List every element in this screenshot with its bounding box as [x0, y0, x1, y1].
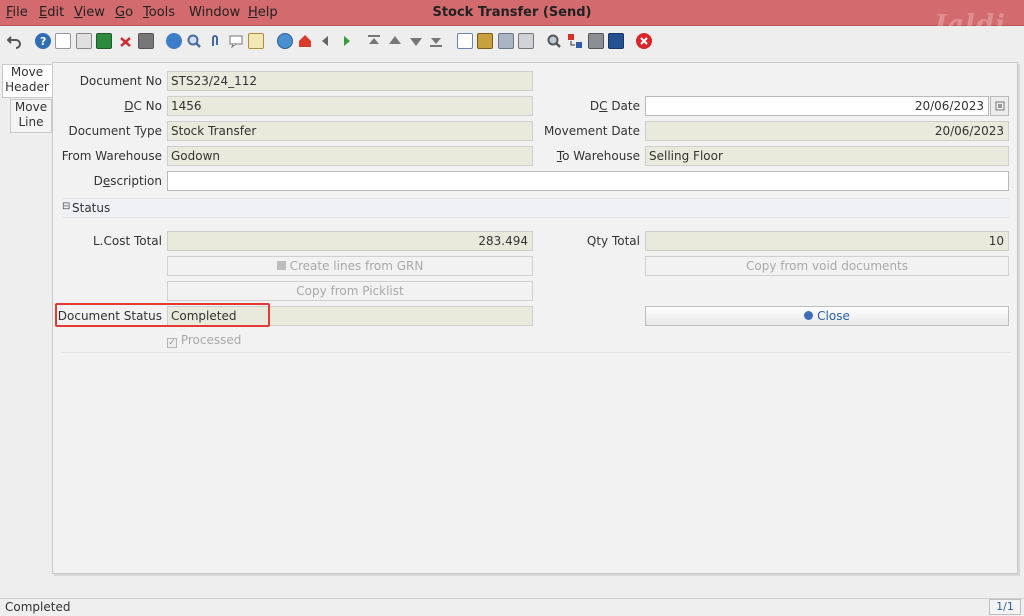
find-icon[interactable] — [186, 33, 202, 49]
tab-label: Move — [10, 65, 44, 79]
button-label: Create lines from GRN — [289, 259, 424, 273]
calendar-icon — [995, 101, 1005, 111]
status-section-title: Status — [72, 201, 111, 215]
home-window-icon[interactable] — [297, 33, 313, 49]
report-icon[interactable] — [457, 33, 473, 49]
process-icon[interactable] — [588, 33, 604, 49]
menu-edit[interactable]: Edit — [39, 5, 64, 20]
to-warehouse-label: To Warehouse — [556, 149, 640, 163]
previous-record-icon[interactable] — [387, 33, 403, 49]
menu-window[interactable]: Window — [189, 5, 240, 20]
status-section-header[interactable]: ⊟ Status — [62, 198, 1010, 218]
divider — [62, 352, 1010, 353]
new-doc-icon[interactable] — [55, 33, 71, 49]
movement-date-label: Movement Date — [543, 124, 640, 138]
copy-icon — [276, 261, 286, 270]
tab-move-header[interactable]: Move Header — [2, 64, 52, 98]
checkbox-check-icon: ✓ — [167, 338, 177, 348]
delete-icon[interactable] — [118, 33, 134, 49]
document-no-label: Document No — [79, 74, 162, 88]
menu-file[interactable]: File — [6, 5, 28, 20]
menu-bar: File Edit View Go Tools Window Help Stoc… — [0, 0, 1024, 40]
from-warehouse-label: From Warehouse — [61, 149, 162, 163]
save-icon[interactable] — [138, 33, 154, 49]
to-warehouse-field[interactable]: Selling Floor — [645, 146, 1009, 166]
calendar-button[interactable] — [990, 96, 1009, 116]
archive-icon[interactable] — [477, 33, 493, 49]
help-icon[interactable]: ? — [35, 33, 51, 49]
chat-icon[interactable] — [228, 33, 244, 49]
product-info-icon[interactable] — [608, 33, 624, 49]
create-lines-from-grn-button[interactable]: Create lines from GRN — [167, 256, 533, 276]
exit-icon[interactable] — [636, 33, 652, 49]
history-icon[interactable] — [248, 33, 264, 49]
movement-date-field[interactable]: 20/06/2023 — [645, 121, 1009, 141]
from-warehouse-field[interactable]: Godown — [167, 146, 533, 166]
dc-date-field[interactable]: 20/06/2023 — [645, 96, 989, 116]
status-bar: Completed 1/1 — [0, 598, 1024, 616]
zoom-across-icon[interactable] — [546, 33, 562, 49]
toolbar: ? — [0, 27, 1024, 57]
svg-text:?: ? — [40, 35, 46, 48]
tab-label: Line — [18, 115, 44, 129]
qty-total-field[interactable]: 10 — [645, 231, 1009, 251]
tab-move-line[interactable]: Move Line — [10, 99, 52, 133]
record-pager[interactable]: 1/1 — [989, 599, 1021, 615]
tab-label: Move — [14, 100, 48, 114]
close-button[interactable]: Close — [645, 306, 1009, 326]
dc-no-label: DC No — [124, 99, 162, 113]
forward-icon[interactable] — [338, 33, 354, 49]
dc-date-label: DC Date — [589, 99, 640, 113]
print-preview-icon[interactable] — [498, 33, 514, 49]
button-label: Close — [817, 309, 850, 323]
print-icon[interactable] — [518, 33, 534, 49]
menu-tools[interactable]: Tools — [143, 5, 175, 20]
next-record-icon[interactable] — [408, 33, 424, 49]
document-type-field[interactable]: Stock Transfer — [167, 121, 533, 141]
menu-go[interactable]: Go — [115, 5, 133, 20]
last-record-icon[interactable] — [428, 33, 444, 49]
refresh-icon[interactable] — [166, 33, 182, 49]
first-record-icon[interactable] — [366, 33, 382, 49]
processed-checkbox[interactable]: ✓ Processed — [167, 333, 241, 348]
close-doc-icon — [804, 311, 814, 320]
attach-icon[interactable] — [207, 33, 223, 49]
document-no-field[interactable]: STS23/24_112 — [167, 71, 533, 91]
workflow-icon[interactable] — [567, 33, 583, 49]
qty-total-label: Qty Total — [586, 234, 640, 248]
lcost-total-field[interactable]: 283.494 — [167, 231, 533, 251]
menu-help[interactable]: Help — [248, 5, 278, 20]
copy-from-void-documents-button[interactable]: Copy from void documents — [645, 256, 1009, 276]
copy-icon[interactable] — [76, 33, 92, 49]
menu-view[interactable]: View — [74, 5, 105, 20]
copy-from-picklist-button[interactable]: Copy from Picklist — [167, 281, 533, 301]
status-message: Completed — [5, 600, 71, 614]
lcost-total-label: L.Cost Total — [92, 234, 162, 248]
undo-icon[interactable] — [6, 33, 22, 49]
save-new-icon[interactable] — [96, 33, 112, 49]
document-type-label: Document Type — [68, 124, 162, 138]
home-icon[interactable] — [277, 33, 293, 49]
processed-label: Processed — [180, 333, 242, 347]
description-label: Description — [93, 174, 162, 188]
collapse-icon[interactable]: ⊟ — [62, 201, 70, 212]
description-field[interactable] — [167, 171, 1009, 191]
dc-no-field[interactable]: 1456 — [167, 96, 533, 116]
highlight-box — [55, 303, 270, 327]
back-icon[interactable] — [318, 33, 334, 49]
tab-label: Header — [5, 80, 49, 94]
